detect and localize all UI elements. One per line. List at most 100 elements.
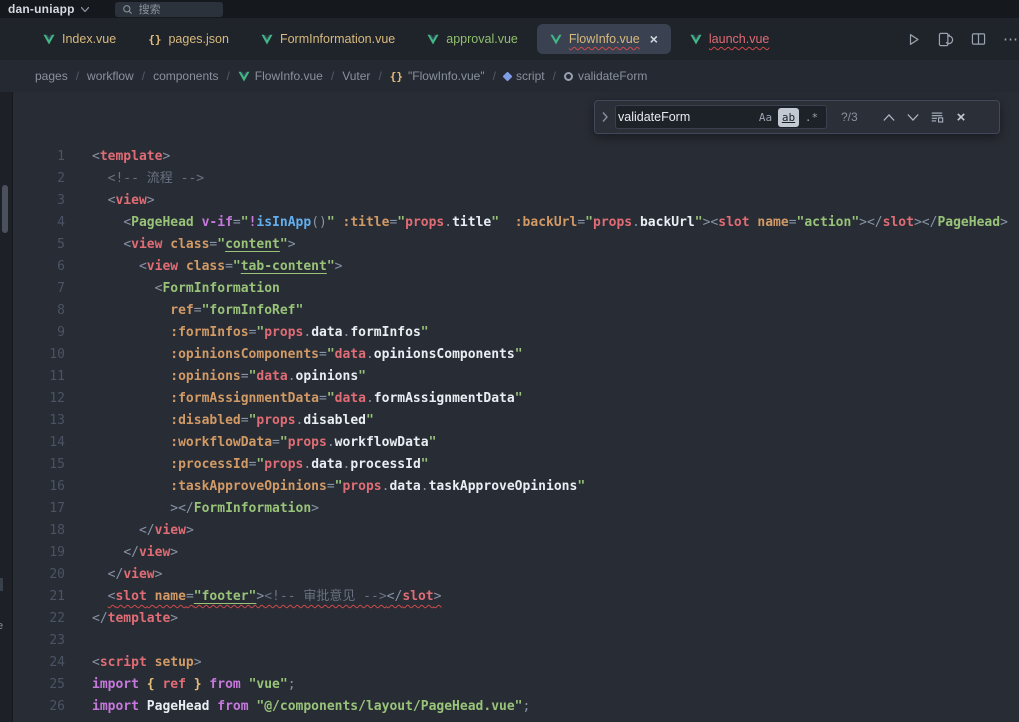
more-icon[interactable]: ⋯ [1003, 30, 1019, 48]
code-line: 3 <view> [0, 190, 1019, 212]
code-line: 19 </view> [0, 542, 1019, 564]
find-widget: Aaab.* ?/3 × [594, 100, 1000, 134]
breadcrumb-separator: / [493, 69, 496, 83]
code-line: 10 :opinionsComponents="data.opinionsCom… [0, 344, 1019, 366]
find-previous-button[interactable] [879, 107, 899, 127]
breadcrumb-item[interactable]: components [153, 69, 218, 83]
device-preview-icon[interactable] [938, 32, 954, 47]
code-line: 8 ref="formInfoRef" [0, 300, 1019, 322]
chevron-right-icon [602, 112, 608, 122]
toggle-replace-chevron[interactable] [595, 112, 615, 122]
breadcrumb-item[interactable]: validateForm [564, 69, 647, 83]
find-query-field[interactable] [618, 110, 753, 124]
code-area[interactable]: 1<template>2 <!-- 流程 -->3 <view>4 <PageH… [0, 92, 1019, 718]
tab-label: launch.vue [709, 32, 769, 46]
breadcrumb-separator: / [378, 69, 381, 83]
code-line: 21 <slot name="footer"><!-- 审批意见 --></sl… [0, 586, 1019, 608]
project-name[interactable]: dan-uniapp [8, 2, 75, 16]
titlebar: dan-uniapp 搜索 [0, 0, 1019, 18]
regex-toggle[interactable]: .* [801, 108, 822, 127]
gutter-mark [0, 578, 3, 591]
tab-launch.vue[interactable]: launch.vue [677, 24, 782, 54]
find-in-selection-button[interactable] [927, 107, 947, 127]
code-line: 26import PageHead from "@/components/lay… [0, 696, 1019, 718]
close-find-icon[interactable]: × [951, 107, 971, 127]
tab-label: FormInformation.vue [280, 32, 395, 46]
find-input[interactable]: Aaab.* [615, 105, 827, 129]
tab-FormInformation.vue[interactable]: FormInformation.vue [248, 24, 408, 54]
chevron-up-icon [883, 113, 895, 122]
method-icon [564, 72, 573, 81]
find-next-button[interactable] [903, 107, 923, 127]
search-icon [122, 4, 133, 15]
code-line: 15 :processId="props.data.processId" [0, 454, 1019, 476]
code-line: 6 <view class="tab-content"> [0, 256, 1019, 278]
breadcrumb-item[interactable]: Vuter [342, 69, 370, 83]
code-line: 25import { ref } from "vue"; [0, 674, 1019, 696]
code-line: 9 :formInfos="props.data.formInfos" [0, 322, 1019, 344]
whole-word-toggle[interactable]: ab [778, 108, 799, 127]
vue-icon [427, 34, 439, 45]
tab-pages.json[interactable]: {} pages.json [135, 24, 242, 54]
split-editor-icon[interactable] [971, 32, 986, 46]
find-toggles: Aaab.* [753, 108, 822, 127]
tab-label: Index.vue [62, 32, 116, 46]
code-line: 13 :disabled="props.disabled" [0, 410, 1019, 432]
global-search-box[interactable]: 搜索 [115, 2, 223, 17]
left-gutter-strip: e [0, 92, 13, 722]
breadcrumb-item-label: components [153, 69, 218, 83]
run-icon[interactable] [907, 32, 921, 47]
tab-label: approval.vue [446, 32, 518, 46]
code-line: 18 </view> [0, 520, 1019, 542]
code-line: 20 </view> [0, 564, 1019, 586]
vue-icon [43, 34, 55, 45]
code-editor[interactable]: Aaab.* ?/3 × 1<template>2 <!-- 流程 -->3 <… [0, 92, 1019, 722]
breadcrumb-item[interactable]: {} "FlowInfo.vue" [390, 69, 485, 83]
braces-icon: {} [390, 70, 403, 83]
tab-approval.vue[interactable]: approval.vue [414, 24, 531, 54]
braces-icon: {} [148, 33, 161, 46]
vue-icon [550, 34, 562, 45]
tab-label: FlowInfo.vue [569, 32, 640, 46]
breadcrumb-separator: / [331, 69, 334, 83]
editor-window: dan-uniapp 搜索 Index.vue {} pages.json FormI… [0, 0, 1019, 722]
code-line: 12 :formAssignmentData="data.formAssignm… [0, 388, 1019, 410]
code-line: 2 <!-- 流程 --> [0, 168, 1019, 190]
vue-icon [261, 34, 273, 45]
breadcrumb-item[interactable]: workflow [87, 69, 134, 83]
scrollbar-thumb[interactable] [2, 185, 8, 233]
match-case-toggle[interactable]: Aa [755, 108, 776, 127]
vue-icon [238, 71, 250, 82]
code-line: 17 ></FormInformation> [0, 498, 1019, 520]
tab-label: pages.json [168, 32, 228, 46]
search-placeholder: 搜索 [139, 1, 161, 17]
code-line: 5 <view class="content"> [0, 234, 1019, 256]
breadcrumb-item[interactable]: FlowInfo.vue [238, 69, 323, 83]
code-line: 24<script setup> [0, 652, 1019, 674]
breadcrumb-item-label: pages [35, 69, 68, 83]
breadcrumb-item[interactable]: script [504, 69, 545, 83]
breadcrumb-item[interactable]: pages [35, 69, 68, 83]
editor-actions: ⋯ [907, 30, 1019, 48]
code-line: 11 :opinions="data.opinions" [0, 366, 1019, 388]
find-results-count: ?/3 [841, 110, 867, 124]
breadcrumb-separator: / [553, 69, 556, 83]
clipped-panel-text: e [0, 620, 3, 632]
breadcrumb-item-label: "FlowInfo.vue" [408, 69, 485, 83]
find-in-selection-icon [930, 110, 944, 124]
tab-FlowInfo.vue[interactable]: FlowInfo.vue × [537, 24, 671, 54]
code-line: 1<template> [0, 146, 1019, 168]
tab-bar: Index.vue {} pages.json FormInformation.vue… [0, 18, 1019, 60]
close-icon[interactable]: × [650, 32, 658, 46]
code-line: 14 :workflowData="props.workflowData" [0, 432, 1019, 454]
breadcrumb-separator: / [76, 69, 79, 83]
breadcrumb-separator: / [142, 69, 145, 83]
breadcrumb-separator: / [226, 69, 229, 83]
breadcrumb-item-label: validateForm [578, 69, 647, 83]
code-line: 23 [0, 630, 1019, 652]
breadcrumb-item-label: FlowInfo.vue [255, 69, 323, 83]
tab-Index.vue[interactable]: Index.vue [30, 24, 129, 54]
code-line: 16 :taskApproveOpinions="props.data.task… [0, 476, 1019, 498]
chevron-down-icon[interactable] [81, 7, 89, 12]
breadcrumb-item-label: Vuter [342, 69, 370, 83]
